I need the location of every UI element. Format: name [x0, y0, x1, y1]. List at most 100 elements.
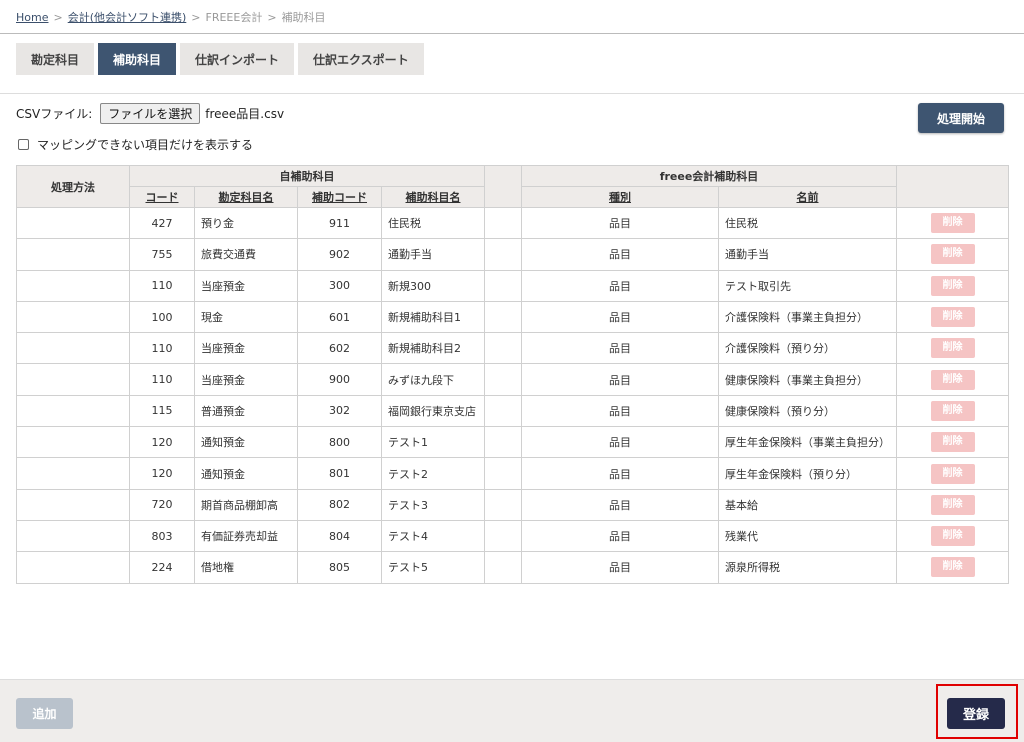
header-divider [0, 33, 1024, 34]
tab-journal-export[interactable]: 仕訳エクスポート [298, 43, 424, 75]
cell-account-name: 通知預金 [194, 426, 298, 459]
breadcrumb-separator: > [191, 11, 201, 24]
cell-method[interactable] [16, 206, 130, 240]
cell-spacer [484, 394, 522, 428]
cell-name: 健康保険料（事業主負担分） [718, 363, 897, 396]
cell-account-name: 普通預金 [194, 394, 298, 428]
cell-method[interactable] [16, 488, 130, 521]
cell-spacer [484, 457, 522, 490]
cell-account-name: 当座預金 [194, 269, 298, 302]
cell-method[interactable] [16, 363, 130, 396]
cell-method[interactable] [16, 394, 130, 428]
delete-button[interactable]: 削除 [930, 307, 975, 328]
cell-code: 100 [129, 300, 195, 334]
mapping-table: 処理方法 自補助科目 freee会計補助科目 コード 勘定科目名 補助コード 補… [16, 165, 1009, 584]
cell-sub-name: 新規補助科目2 [381, 332, 485, 365]
delete-button[interactable]: 削除 [930, 526, 975, 547]
cell-actions: 削除 [896, 238, 1009, 271]
cell-name: 介護保険料（事業主負担分） [718, 300, 897, 334]
start-processing-button[interactable]: 処理開始 [918, 103, 1004, 133]
cell-spacer [484, 426, 522, 459]
delete-button[interactable]: 削除 [930, 494, 975, 515]
col-header-account-name[interactable]: 勘定科目名 [194, 186, 298, 208]
unmapped-only-checkbox[interactable] [18, 139, 29, 150]
cell-actions: 削除 [896, 488, 1009, 521]
cell-account-name: 期首商品棚卸高 [194, 488, 298, 521]
cell-actions: 削除 [896, 332, 1009, 365]
cell-type: 品目 [521, 519, 719, 553]
delete-button[interactable]: 削除 [930, 275, 975, 296]
cell-spacer [484, 332, 522, 365]
table-row: 110 当座預金 300 新規300 品目 テスト取引先 削除 [16, 269, 1009, 302]
tab-sub-accounts[interactable]: 補助科目 [98, 43, 177, 75]
footer-bar [0, 679, 1024, 742]
tab-journal-import[interactable]: 仕訳インポート [180, 43, 295, 75]
delete-button[interactable]: 削除 [930, 213, 975, 234]
cell-sub-code: 805 [297, 551, 382, 584]
table-row: 120 通知預金 801 テスト2 品目 厚生年金保険料（預り分） 削除 [16, 457, 1009, 490]
cell-actions: 削除 [896, 519, 1009, 553]
cell-spacer [484, 238, 522, 271]
cell-method[interactable] [16, 551, 130, 584]
cell-account-name: 旅費交通費 [194, 238, 298, 271]
choose-file-button[interactable]: ファイルを選択 [100, 103, 201, 124]
col-header-code[interactable]: コード [129, 186, 195, 208]
unmapped-filter[interactable]: マッピングできない項目だけを表示する [18, 136, 253, 153]
table-row: 115 普通預金 302 福岡銀行東京支店 品目 健康保険料（預り分） 削除 [16, 394, 1009, 428]
add-button[interactable]: 追加 [16, 698, 73, 729]
cell-method[interactable] [16, 426, 130, 459]
delete-button[interactable]: 削除 [930, 400, 975, 421]
table-row: 110 当座預金 602 新規補助科目2 品目 介護保険料（預り分） 削除 [16, 332, 1009, 365]
cell-method[interactable] [16, 519, 130, 553]
delete-button[interactable]: 削除 [930, 338, 975, 359]
tab-accounts[interactable]: 勘定科目 [16, 43, 95, 75]
cell-method[interactable] [16, 238, 130, 271]
cell-actions: 削除 [896, 363, 1009, 396]
table-row: 224 借地権 805 テスト5 品目 源泉所得税 削除 [16, 551, 1009, 584]
cell-code: 110 [129, 269, 195, 302]
register-button[interactable]: 登録 [947, 698, 1005, 729]
delete-button[interactable]: 削除 [930, 432, 975, 453]
cell-name: 厚生年金保険料（事業主負担分） [718, 426, 897, 459]
cell-account-name: 有価証券売却益 [194, 519, 298, 553]
breadcrumb-parent-link[interactable]: 会計(他会計ソフト連携) [68, 11, 187, 24]
delete-button[interactable]: 削除 [930, 557, 975, 578]
delete-button[interactable]: 削除 [930, 463, 975, 484]
cell-actions: 削除 [896, 457, 1009, 490]
breadcrumb: Home > 会計(他会計ソフト連携) > FREEE会計 > 補助科目 [16, 9, 326, 25]
col-header-name[interactable]: 名前 [718, 186, 897, 208]
cell-name: 介護保険料（預り分） [718, 332, 897, 365]
cell-code: 120 [129, 426, 195, 459]
cell-method[interactable] [16, 269, 130, 302]
cell-method[interactable] [16, 332, 130, 365]
cell-actions: 削除 [896, 394, 1009, 428]
cell-type: 品目 [521, 457, 719, 490]
cell-spacer [484, 488, 522, 521]
col-header-spacer [484, 165, 522, 208]
col-header-sub-name[interactable]: 補助科目名 [381, 186, 485, 208]
cell-actions: 削除 [896, 269, 1009, 302]
col-header-sub-code[interactable]: 補助コード [297, 186, 382, 208]
group-header-own-sub-accounts: 自補助科目 [129, 165, 485, 187]
table-row: 427 預り金 911 住民税 品目 住民税 削除 [16, 206, 1009, 240]
cell-code: 720 [129, 488, 195, 521]
cell-type: 品目 [521, 238, 719, 271]
cell-name: 残業代 [718, 519, 897, 553]
col-header-type[interactable]: 種別 [521, 186, 719, 208]
cell-code: 427 [129, 206, 195, 240]
cell-method[interactable] [16, 457, 130, 490]
cell-method[interactable] [16, 300, 130, 334]
cell-account-name: 現金 [194, 300, 298, 334]
cell-sub-name: テスト2 [381, 457, 485, 490]
cell-code: 110 [129, 363, 195, 396]
breadcrumb-section: FREEE会計 [205, 11, 263, 24]
cell-sub-code: 602 [297, 332, 382, 365]
cell-sub-code: 802 [297, 488, 382, 521]
cell-code: 115 [129, 394, 195, 428]
cell-account-name: 通知預金 [194, 457, 298, 490]
delete-button[interactable]: 削除 [930, 244, 975, 265]
breadcrumb-home-link[interactable]: Home [16, 11, 48, 24]
delete-button[interactable]: 削除 [930, 369, 975, 390]
unmapped-only-label: マッピングできない項目だけを表示する [37, 138, 254, 152]
cell-sub-code: 801 [297, 457, 382, 490]
